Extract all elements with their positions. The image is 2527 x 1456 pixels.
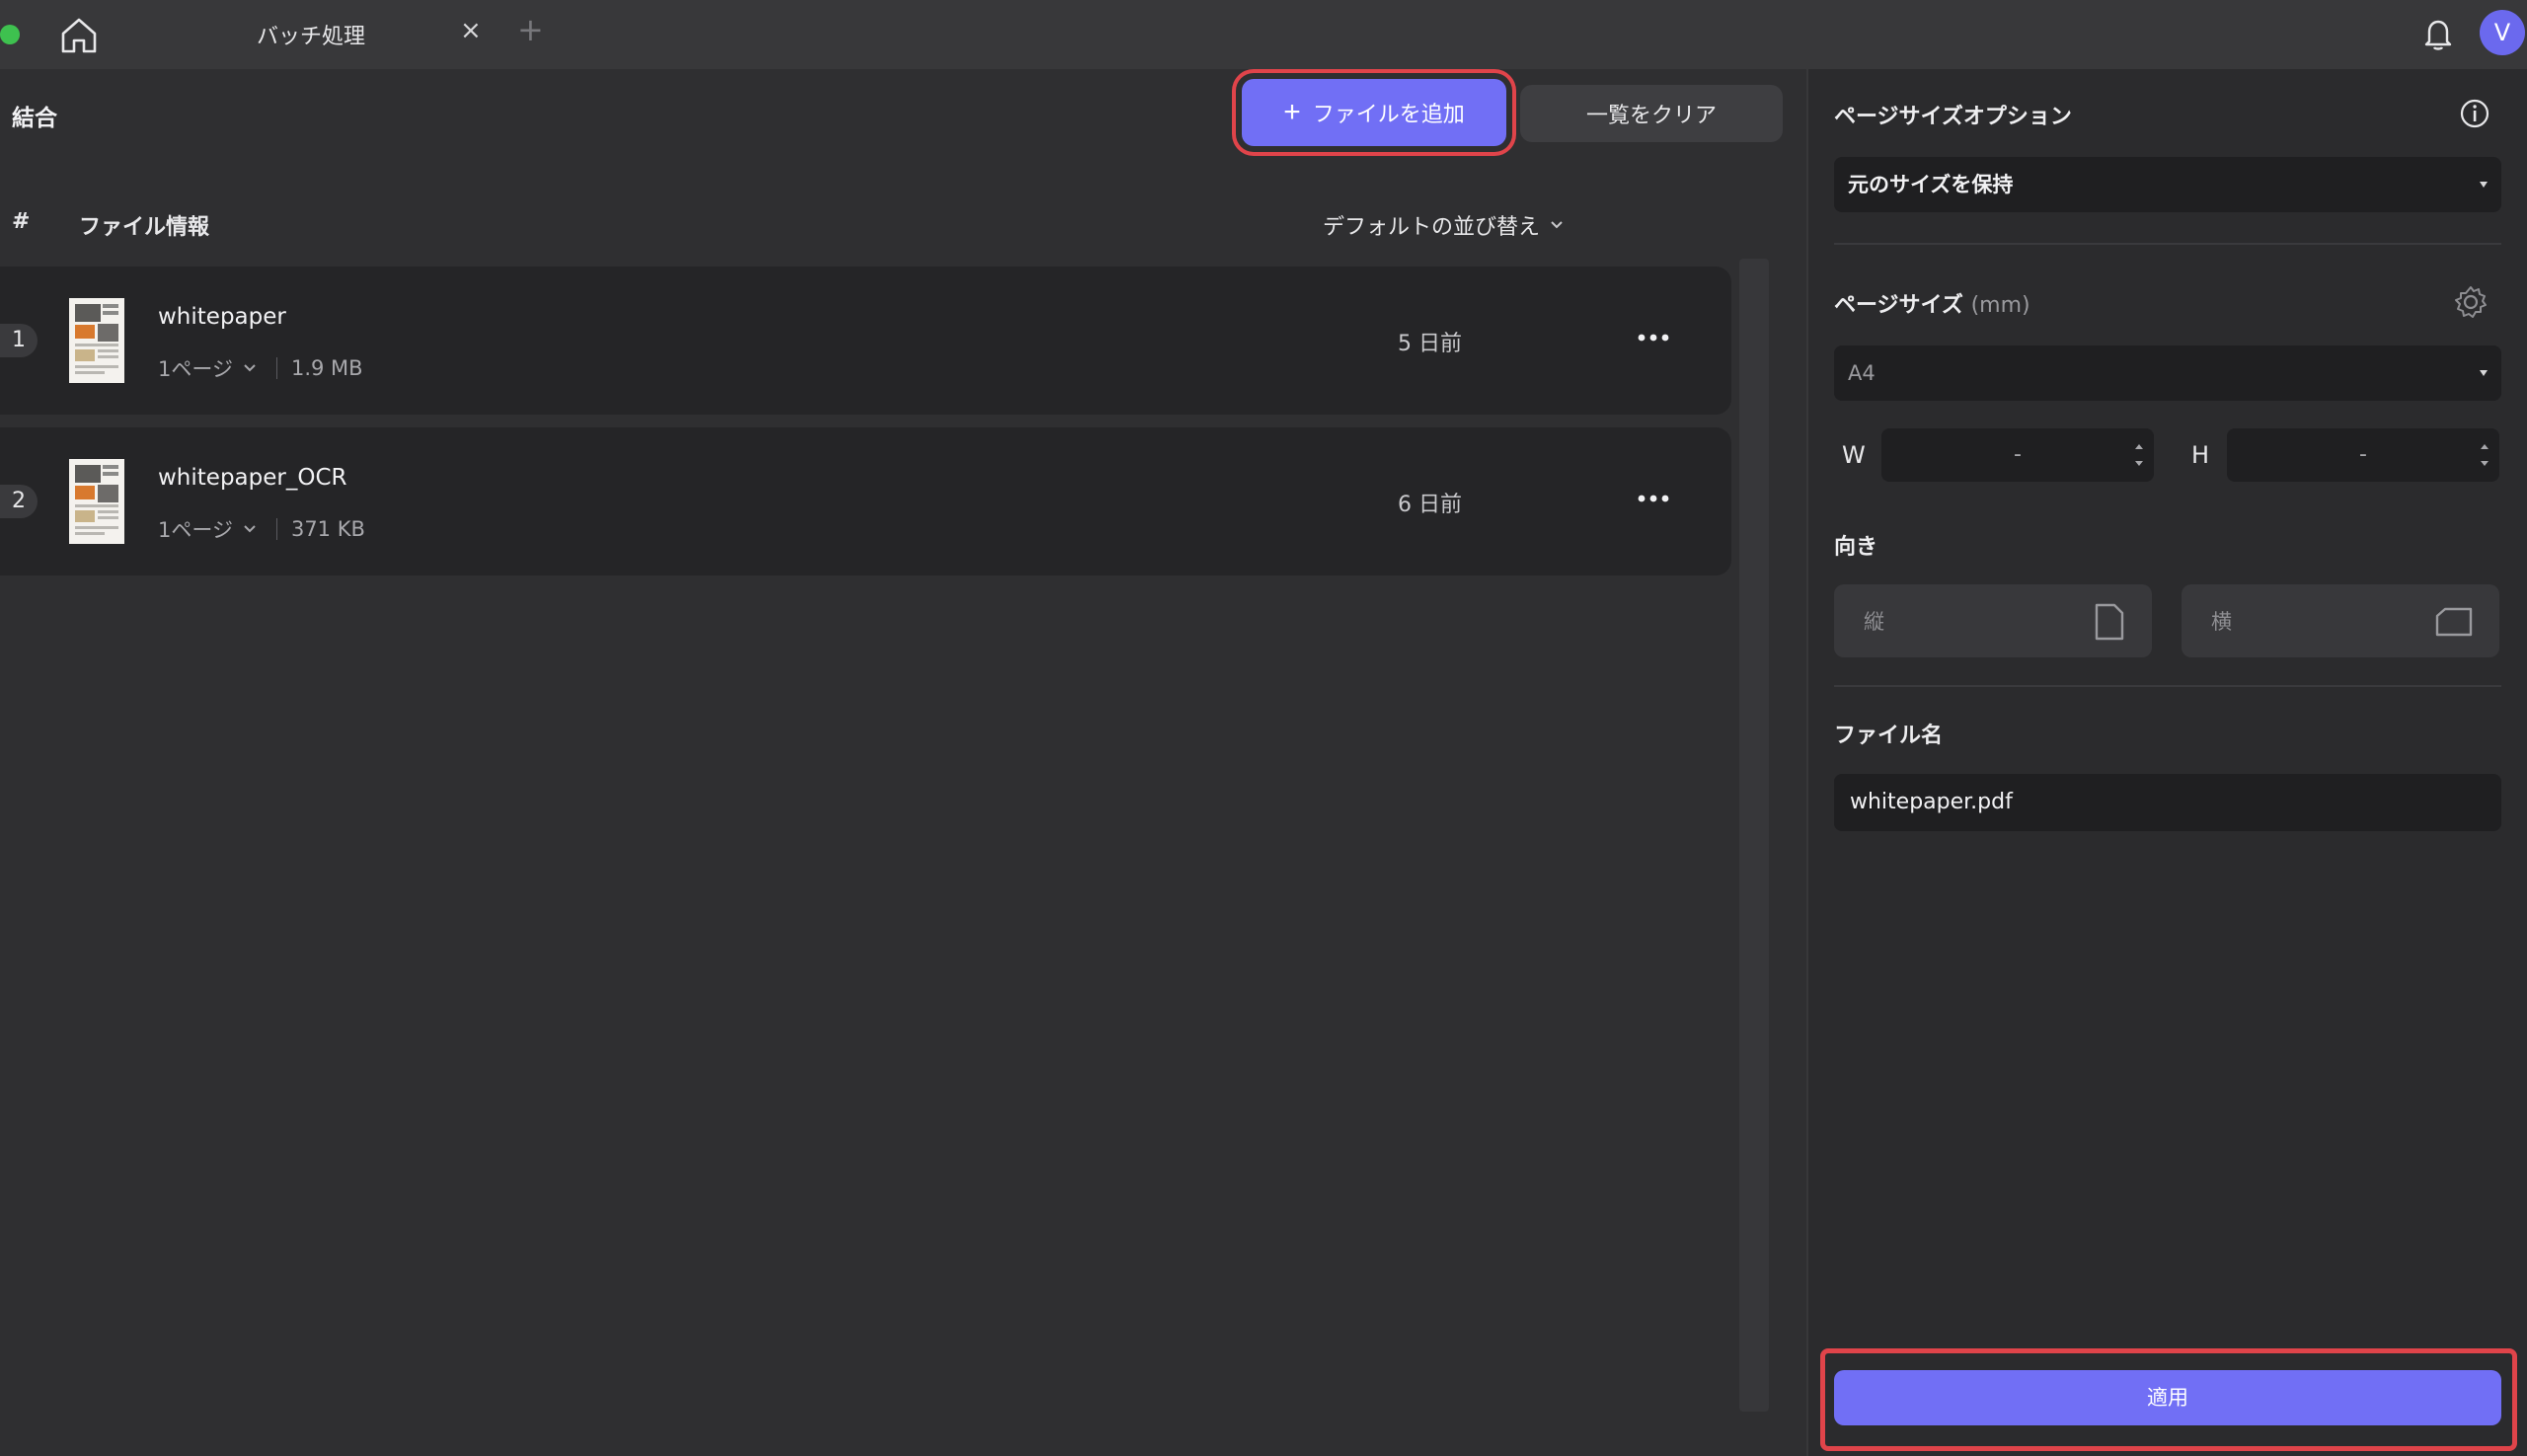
width-label: W — [1842, 441, 1866, 469]
divider — [1834, 685, 2501, 687]
portrait-option[interactable]: 縦 — [1834, 584, 2152, 657]
file-name: whitepaper_OCR — [158, 465, 347, 491]
avatar[interactable]: V — [2480, 10, 2525, 55]
landscape-page-icon — [2435, 607, 2473, 637]
title-bar: バッチ処理 × + V — [0, 0, 2527, 69]
info-icon[interactable] — [2458, 97, 2491, 130]
file-size: 1.9 MB — [290, 356, 363, 380]
apply-button[interactable]: 適用 — [1834, 1370, 2501, 1425]
height-label: H — [2191, 441, 2210, 469]
divider — [1834, 243, 2501, 245]
more-icon[interactable] — [1637, 487, 1670, 510]
window-status-dot[interactable] — [0, 25, 20, 44]
divider — [275, 357, 277, 379]
close-icon[interactable]: × — [460, 18, 482, 43]
portrait-page-icon — [2095, 603, 2124, 641]
width-value: - — [2014, 442, 2022, 467]
chevron-down-icon[interactable] — [243, 363, 257, 373]
page-title: 結合 — [12, 106, 57, 131]
more-icon[interactable] — [1637, 326, 1670, 349]
home-icon[interactable] — [57, 14, 101, 57]
plus-icon: + — [1283, 96, 1301, 128]
stepper-arrows-icon[interactable] — [2132, 436, 2146, 474]
tab-batch[interactable]: バッチ処理 × — [197, 0, 494, 69]
gear-icon[interactable] — [2452, 283, 2489, 321]
column-header-index: # — [12, 209, 31, 234]
settings-panel — [1806, 69, 2527, 1456]
orientation-title: 向き — [1834, 535, 1878, 560]
sort-label: デフォルトの並び替え — [1323, 215, 1541, 240]
chevron-down-icon[interactable] — [243, 524, 257, 534]
new-tab-plus-icon[interactable]: + — [517, 14, 544, 45]
portrait-label: 縦 — [1864, 610, 1884, 634]
caret-down-icon — [2480, 182, 2488, 188]
page-size-unit: (mm) — [1970, 293, 2030, 318]
file-name: whitepaper — [158, 304, 286, 330]
file-row[interactable]: 2 whitepaper_OCR 1ページ 371 KB 6 日前 — [0, 427, 1731, 575]
page-size-option-value: 元のサイズを保持 — [1848, 173, 2014, 196]
file-row[interactable]: 1 whitepaper 1ページ 1.9 MB 5 日前 — [0, 267, 1731, 415]
row-index: 2 — [0, 485, 38, 518]
file-date: 6 日前 — [1398, 493, 1462, 517]
filename-input[interactable]: whitepaper.pdf — [1834, 774, 2501, 831]
page-size-label: ページサイズ — [1834, 293, 1963, 318]
chevron-down-icon — [1551, 221, 1563, 229]
stepper-arrows-icon[interactable] — [2478, 436, 2491, 474]
page-size-options-title: ページサイズオプション — [1834, 105, 2072, 129]
height-value: - — [2359, 442, 2367, 467]
tab-label: バッチ処理 — [257, 25, 366, 49]
file-meta: 1ページ 371 KB — [158, 514, 365, 544]
width-stepper[interactable]: - — [1881, 428, 2154, 482]
page-count-dropdown[interactable]: 1ページ — [158, 514, 233, 544]
paper-size-value: A4 — [1848, 361, 1876, 385]
landscape-label: 横 — [2211, 610, 2232, 634]
file-size: 371 KB — [290, 517, 365, 541]
clear-list-button[interactable]: 一覧をクリア — [1520, 85, 1783, 142]
pdf-thumbnail — [69, 459, 124, 544]
add-files-button[interactable]: + ファイルを追加 — [1242, 79, 1506, 146]
page-size-option-select[interactable]: 元のサイズを保持 — [1834, 157, 2501, 212]
page-count-dropdown[interactable]: 1ページ — [158, 353, 233, 383]
height-stepper[interactable]: - — [2227, 428, 2499, 482]
file-date: 5 日前 — [1398, 332, 1462, 356]
divider — [275, 518, 277, 540]
pdf-thumbnail — [69, 298, 124, 383]
sort-dropdown[interactable]: デフォルトの並び替え — [1323, 209, 1564, 241]
paper-size-select[interactable]: A4 — [1834, 345, 2501, 401]
row-index: 1 — [0, 324, 38, 357]
filename-title: ファイル名 — [1834, 724, 1944, 748]
page-size-title: ページサイズ (mm) — [1834, 287, 2030, 319]
landscape-option[interactable]: 横 — [2182, 584, 2499, 657]
bell-icon[interactable] — [2418, 14, 2458, 53]
column-header-file-info: ファイル情報 — [79, 215, 210, 240]
add-files-label: ファイルを追加 — [1312, 102, 1465, 126]
list-scrollbar[interactable] — [1739, 259, 1769, 1412]
caret-down-icon — [2480, 370, 2488, 376]
file-meta: 1ページ 1.9 MB — [158, 353, 363, 383]
